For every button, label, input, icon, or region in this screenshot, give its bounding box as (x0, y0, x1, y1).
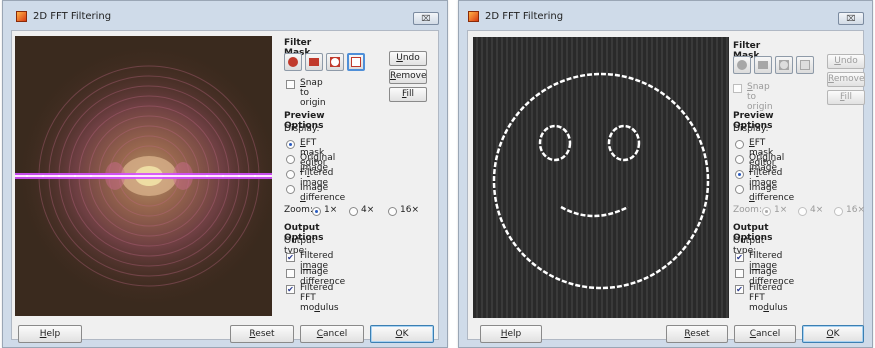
fft-spectrum-preview[interactable] (15, 36, 272, 316)
zoom-1x-label[interactable]: 1× (324, 205, 337, 215)
radio-original-image[interactable] (286, 155, 295, 164)
filtered-image-checkbox[interactable]: ✔ (735, 253, 744, 262)
smiley-face-image (492, 72, 710, 290)
app-icon (468, 11, 479, 22)
fft-dialog-filtered-image: 2D FFT Filtering ⌧ Filter Mask Undo Remo… (458, 0, 873, 348)
app-icon (16, 11, 27, 22)
reset-button[interactable]: Reset (230, 325, 294, 343)
window-title: 2D FFT Filtering (485, 11, 564, 22)
fft-spectrum-image (15, 56, 272, 296)
rectangle-exclude-icon (351, 57, 361, 67)
close-icon[interactable]: ⌧ (838, 12, 864, 25)
mask-ellipse-button (733, 56, 751, 74)
cancel-button[interactable]: Cancel (734, 325, 796, 343)
mask-rectangle-exclude-button (796, 56, 814, 74)
radio-filtered-image[interactable] (735, 170, 744, 179)
filtered-fft-modulus-checkbox[interactable]: ✔ (735, 285, 744, 294)
zoom-4x-label: 4× (810, 205, 824, 215)
help-button[interactable]: Help (480, 325, 542, 343)
display-label: Display: (284, 124, 320, 134)
rectangle-icon (309, 58, 319, 66)
zoom-16x-label[interactable]: 16× (400, 205, 419, 215)
display-label: Display: (733, 124, 769, 134)
snap-to-origin-label[interactable]: Snap to origin (300, 78, 326, 108)
zoom-4x-radio (798, 207, 807, 216)
ellipse-icon (288, 57, 298, 67)
ellipse-exclude-icon (330, 57, 340, 67)
zoom-1x-label: 1× (774, 205, 788, 215)
ellipse-exclude-icon (779, 60, 789, 70)
mask-ellipse-button[interactable] (284, 53, 302, 71)
right-eye (607, 124, 641, 162)
radio-image-difference[interactable] (735, 185, 744, 194)
window-title: 2D FFT Filtering (33, 11, 112, 22)
snap-to-origin-checkbox (733, 84, 742, 93)
close-icon[interactable]: ⌧ (413, 12, 439, 25)
snap-to-origin-checkbox[interactable] (286, 80, 295, 89)
fill-button: Fill (827, 90, 865, 105)
radio-fft-mask-editor[interactable] (286, 140, 295, 149)
mask-rectangle-exclude-button[interactable] (347, 53, 365, 71)
smile-mouth (560, 205, 629, 218)
zoom-1x-radio (762, 207, 771, 216)
dialog-client-area: Filter Mask Undo Remove Fill Snap to ori… (11, 30, 439, 343)
radio-image-difference-label[interactable]: Image difference (749, 183, 794, 203)
filtered-image-checkbox[interactable]: ✔ (286, 253, 295, 262)
ellipse-icon (737, 60, 747, 70)
image-difference-checkbox[interactable] (286, 269, 295, 278)
radio-image-difference-label[interactable]: Image difference (300, 183, 345, 203)
filtered-fft-modulus-checkbox[interactable]: ✔ (286, 285, 295, 294)
left-eye (538, 124, 572, 162)
zoom-4x-label[interactable]: 4× (361, 205, 374, 215)
fill-button[interactable]: Fill (389, 87, 427, 102)
radio-filtered-image[interactable] (286, 170, 295, 179)
cancel-button[interactable]: Cancel (300, 325, 364, 343)
zoom-16x-radio (834, 207, 843, 216)
face-outline (492, 72, 710, 290)
radio-image-difference[interactable] (286, 185, 295, 194)
radio-original-image[interactable] (735, 155, 744, 164)
dialog-client-area: Filter Mask Undo Remove Fill Snap to ori… (467, 30, 865, 343)
undo-button[interactable]: Undo (389, 51, 427, 66)
fft-dialog-mask-editor: 2D FFT Filtering ⌧ Filter Undo Remove Fi… (2, 0, 448, 348)
image-difference-checkbox[interactable] (735, 269, 744, 278)
mask-ellipse-exclude-button (775, 56, 793, 74)
zoom-label: Zoom: (733, 205, 762, 215)
zoom-1x-radio[interactable] (312, 207, 321, 216)
undo-button: Undo (827, 54, 865, 69)
ok-button[interactable]: OK (370, 325, 434, 343)
mask-rectangle-button[interactable] (305, 53, 323, 71)
mask-ellipse-exclude-button[interactable] (326, 53, 344, 71)
zoom-4x-radio[interactable] (349, 207, 358, 216)
filtered-fft-modulus-label[interactable]: Filtered FFT modulus (749, 283, 788, 313)
filtered-fft-modulus-label[interactable]: Filtered FFT modulus (300, 283, 339, 313)
help-button[interactable]: Help (18, 325, 82, 343)
remove-button[interactable]: Remove (389, 69, 427, 84)
filtered-image-preview[interactable] (473, 37, 729, 318)
snap-to-origin-label: Snap to origin (747, 82, 773, 112)
mask-rectangle-button (754, 56, 772, 74)
ok-button[interactable]: OK (802, 325, 864, 343)
reset-button[interactable]: Reset (666, 325, 728, 343)
title-bar[interactable]: 2D FFT Filtering ⌧ (3, 1, 447, 31)
rectangle-exclude-icon (800, 60, 810, 70)
radio-fft-mask-editor[interactable] (735, 140, 744, 149)
zoom-16x-label: 16× (846, 205, 865, 215)
title-bar[interactable]: 2D FFT Filtering ⌧ (459, 1, 872, 31)
rectangle-icon (758, 61, 768, 69)
zoom-16x-radio[interactable] (388, 207, 397, 216)
zoom-label: Zoom: (284, 205, 313, 215)
remove-button: Remove (827, 72, 865, 87)
